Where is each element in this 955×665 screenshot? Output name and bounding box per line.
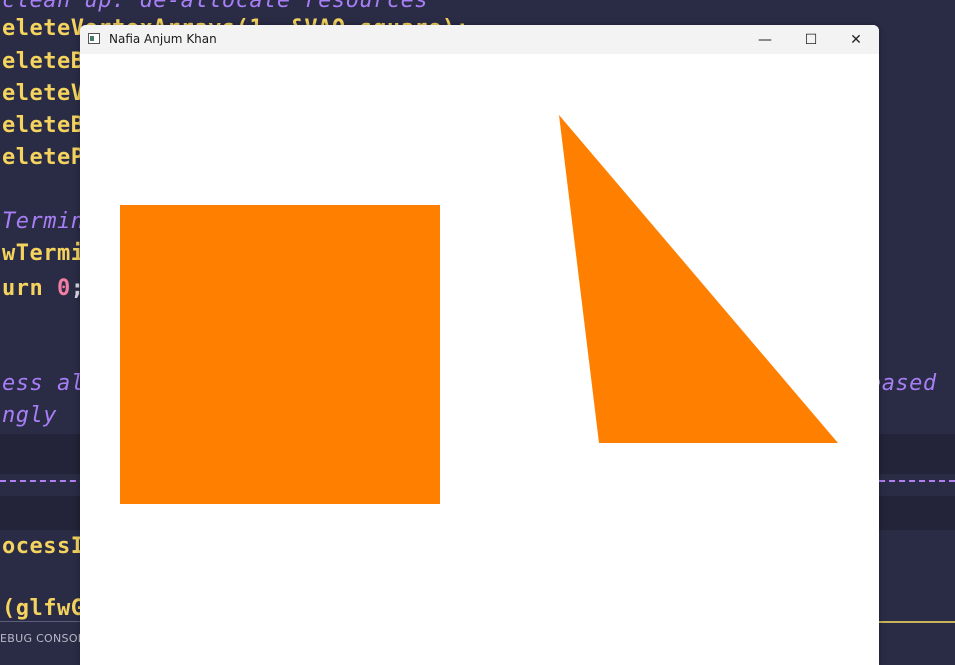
panel-accent-line <box>875 621 955 623</box>
orange-triangle <box>559 115 838 443</box>
scene-svg <box>120 115 838 504</box>
orange-square <box>120 205 440 504</box>
minimize-button[interactable]: — <box>742 25 788 54</box>
glfw-window: Nafia Anjum Khan — ☐ ✕ <box>80 25 879 665</box>
maximize-icon: ☐ <box>804 31 818 48</box>
minimize-icon: — <box>758 31 772 48</box>
close-icon: ✕ <box>850 31 862 48</box>
window-titlebar[interactable]: Nafia Anjum Khan — ☐ ✕ <box>80 25 879 54</box>
close-button[interactable]: ✕ <box>833 25 879 54</box>
window-title: Nafia Anjum Khan <box>109 32 217 46</box>
code-line-return: urn 0; <box>2 276 85 301</box>
debug-console-tab[interactable]: EBUG CONSOLE <box>0 632 91 645</box>
render-canvas[interactable] <box>80 54 879 665</box>
code-line: clean up: de-allocate resources <box>2 0 429 13</box>
code-line: ngly <box>2 403 57 428</box>
app-window-icon <box>88 33 100 44</box>
maximize-button[interactable]: ☐ <box>788 25 834 54</box>
